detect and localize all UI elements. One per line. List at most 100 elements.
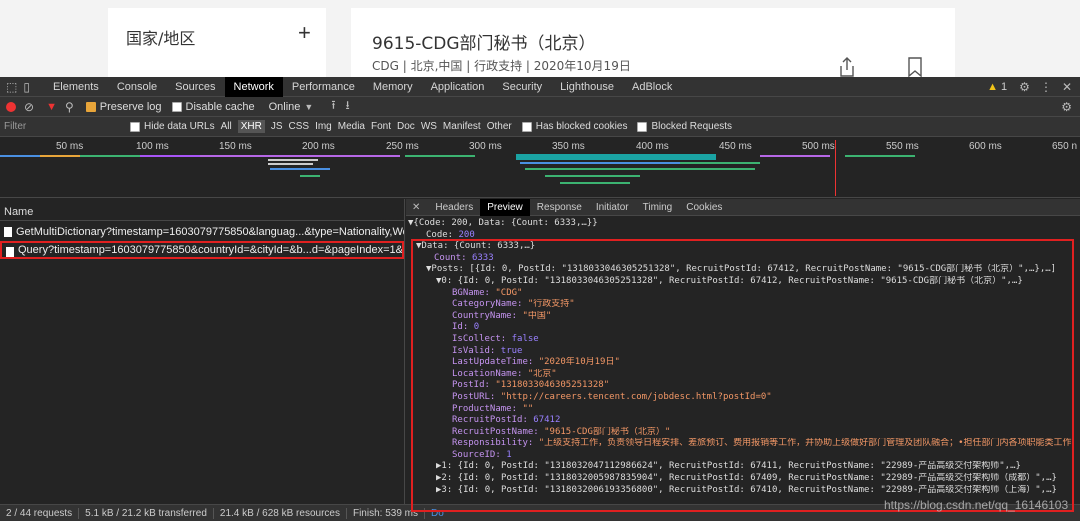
json-field-row: ProductName: "" [406, 404, 1080, 416]
json-post-0-node[interactable]: ▼0: {Id: 0, PostId: "1318033046305251328… [406, 276, 1080, 288]
filter-input[interactable]: Filter [0, 121, 130, 132]
json-field-row: IsValid: true [406, 346, 1080, 358]
filter-all[interactable]: All [221, 121, 232, 132]
region-filter-card[interactable]: 国家/地区 + [108, 8, 326, 77]
record-icon[interactable] [6, 101, 16, 112]
filter-bar: Filter Hide data URLs All XHR JS CSS Img… [0, 117, 1080, 137]
timeline-bar [545, 175, 640, 177]
tab-response[interactable]: Response [530, 199, 589, 216]
close-icon[interactable]: ✕ [1062, 80, 1072, 94]
json-field-row: LastUpdateTime: "2020年10月19日" [406, 357, 1080, 369]
more-menu-icon[interactable]: ⋮ [1040, 80, 1052, 94]
json-field-row: Responsibility: "上级支持工作，负责领导日程安排、差旅预订、费用… [406, 438, 1080, 450]
disable-cache-checkbox[interactable] [171, 101, 182, 112]
json-key: PostId: [452, 380, 496, 391]
region-label: 国家/地区 [126, 29, 196, 48]
timeline-bar [40, 155, 80, 157]
inspect-icon[interactable]: ⬚ [6, 80, 17, 94]
timeline-bar [200, 155, 400, 157]
json-value: "上级支持工作，负责领导日程安排、差旅预订、费用报销等工作，并协助上级做好部门管… [538, 438, 1072, 449]
filter-font[interactable]: Font [371, 121, 391, 132]
warning-icon[interactable]: ▲ [987, 81, 998, 93]
job-card[interactable]: 9615-CDG部门秘书（北京） CDG | 北京,中国 | 行政支持 | 20… [351, 8, 955, 77]
hide-data-urls-checkbox[interactable] [130, 121, 140, 132]
export-har-icon[interactable]: ⭳ [346, 96, 350, 117]
tab-preview[interactable]: Preview [480, 198, 530, 216]
timeline-bar [0, 155, 40, 157]
request-row[interactable]: GetMultiDictionary?timestamp=16030797758… [0, 223, 404, 241]
json-value: "中国" [522, 310, 552, 321]
json-value: "CDG" [495, 287, 523, 298]
tab-security[interactable]: Security [493, 77, 551, 97]
filter-css[interactable]: CSS [289, 121, 310, 132]
has-blocked-cookies-label: Has blocked cookies [535, 121, 628, 132]
request-row-selected[interactable]: Query?timestamp=1603079775850&countryId=… [0, 241, 404, 259]
filter-media[interactable]: Media [338, 121, 365, 132]
timeline-bar [560, 182, 630, 184]
timeline-bar [680, 162, 760, 164]
tab-sources[interactable]: Sources [166, 77, 224, 97]
tab-lighthouse[interactable]: Lighthouse [551, 77, 623, 97]
filter-img[interactable]: Img [315, 121, 332, 132]
warning-count[interactable]: 1 [1001, 81, 1007, 93]
close-detail-icon[interactable]: ✕ [412, 202, 420, 213]
tab-adblock[interactable]: AdBlock [623, 77, 681, 97]
json-key: PostURL: [452, 391, 501, 402]
tab-application[interactable]: Application [422, 77, 494, 97]
json-post-3-node[interactable]: ▶3: {Id: 0, PostId: "1318032006193356800… [406, 485, 1080, 497]
json-post-1-node[interactable]: ▶1: {Id: 0, PostId: "1318032047112986624… [406, 461, 1080, 473]
chevron-down-icon[interactable]: ▼ [304, 102, 313, 112]
job-title[interactable]: 9615-CDG部门秘书（北京） [372, 29, 596, 54]
json-key: ProductName: [452, 403, 523, 414]
tab-memory[interactable]: Memory [364, 77, 422, 97]
tab-network[interactable]: Network [224, 76, 283, 97]
network-settings-gear-icon[interactable]: ⚙ [1061, 100, 1072, 114]
filter-funnel-icon[interactable]: ▼ [46, 101, 57, 113]
request-detail-panel: ✕ Headers Preview Response Initiator Tim… [406, 198, 1080, 504]
filter-xhr[interactable]: XHR [237, 120, 265, 133]
json-data-node[interactable]: ▼Data: {Count: 6333,…} [406, 241, 1080, 253]
settings-gear-icon[interactable]: ⚙ [1019, 80, 1030, 94]
status-requests: 2 / 44 requests [0, 507, 80, 519]
json-post-2-node[interactable]: ▶2: {Id: 0, PostId: "1318032005987835904… [406, 473, 1080, 485]
json-value: "行政支持" [527, 299, 575, 310]
search-icon[interactable]: ⚲ [65, 100, 74, 114]
preserve-log-label: Preserve log [99, 100, 162, 113]
tab-headers[interactable]: Headers [428, 199, 480, 216]
tab-timing[interactable]: Timing [636, 199, 680, 216]
tab-console[interactable]: Console [108, 77, 166, 97]
share-icon[interactable] [839, 56, 855, 77]
devtools-tab-bar: ⬚ ▯ Elements Console Sources Network Per… [0, 76, 1080, 97]
name-column-header[interactable]: Name [0, 203, 404, 221]
timeline-bar [270, 168, 330, 170]
tab-initiator[interactable]: Initiator [589, 199, 636, 216]
preserve-log-checkbox[interactable] [85, 101, 96, 112]
import-har-icon[interactable]: ⭱ [331, 96, 335, 117]
blocked-requests-label: Blocked Requests [651, 121, 733, 132]
json-preview: ▼{Code: 200, Data: {Count: 6333,…}} Code… [406, 216, 1080, 496]
json-value: 200 [458, 229, 475, 240]
expand-plus-icon[interactable]: + [298, 20, 311, 46]
tab-performance[interactable]: Performance [283, 77, 364, 97]
throttle-select[interactable]: Online [269, 101, 301, 113]
tab-cookies[interactable]: Cookies [679, 199, 729, 216]
filter-ws[interactable]: WS [421, 121, 437, 132]
bookmark-icon[interactable] [907, 56, 923, 77]
filter-manifest[interactable]: Manifest [443, 121, 481, 132]
timeline-tick: 650 n [1052, 141, 1078, 152]
blocked-requests-checkbox[interactable] [637, 121, 648, 132]
has-blocked-cookies-checkbox[interactable] [521, 121, 532, 132]
filter-other[interactable]: Other [487, 121, 512, 132]
tab-elements[interactable]: Elements [44, 77, 108, 97]
filter-js[interactable]: JS [271, 121, 283, 132]
timeline-tick: 250 ms [386, 141, 419, 152]
filter-doc[interactable]: Doc [397, 121, 415, 132]
network-overview-timeline[interactable]: 50 ms 100 ms 150 ms 200 ms 250 ms 300 ms… [0, 138, 1080, 198]
json-key: Code: [426, 229, 459, 240]
hide-data-urls-label: Hide data URLs [144, 121, 215, 132]
status-extra: Do [431, 507, 444, 519]
device-toolbar-icon[interactable]: ▯ [23, 80, 30, 94]
json-root[interactable]: ▼{Code: 200, Data: {Count: 6333,…}} [406, 218, 1080, 230]
clear-icon[interactable]: ⊘ [24, 100, 34, 114]
json-posts-node[interactable]: ▼Posts: [{Id: 0, PostId: "13180330463052… [406, 264, 1080, 276]
